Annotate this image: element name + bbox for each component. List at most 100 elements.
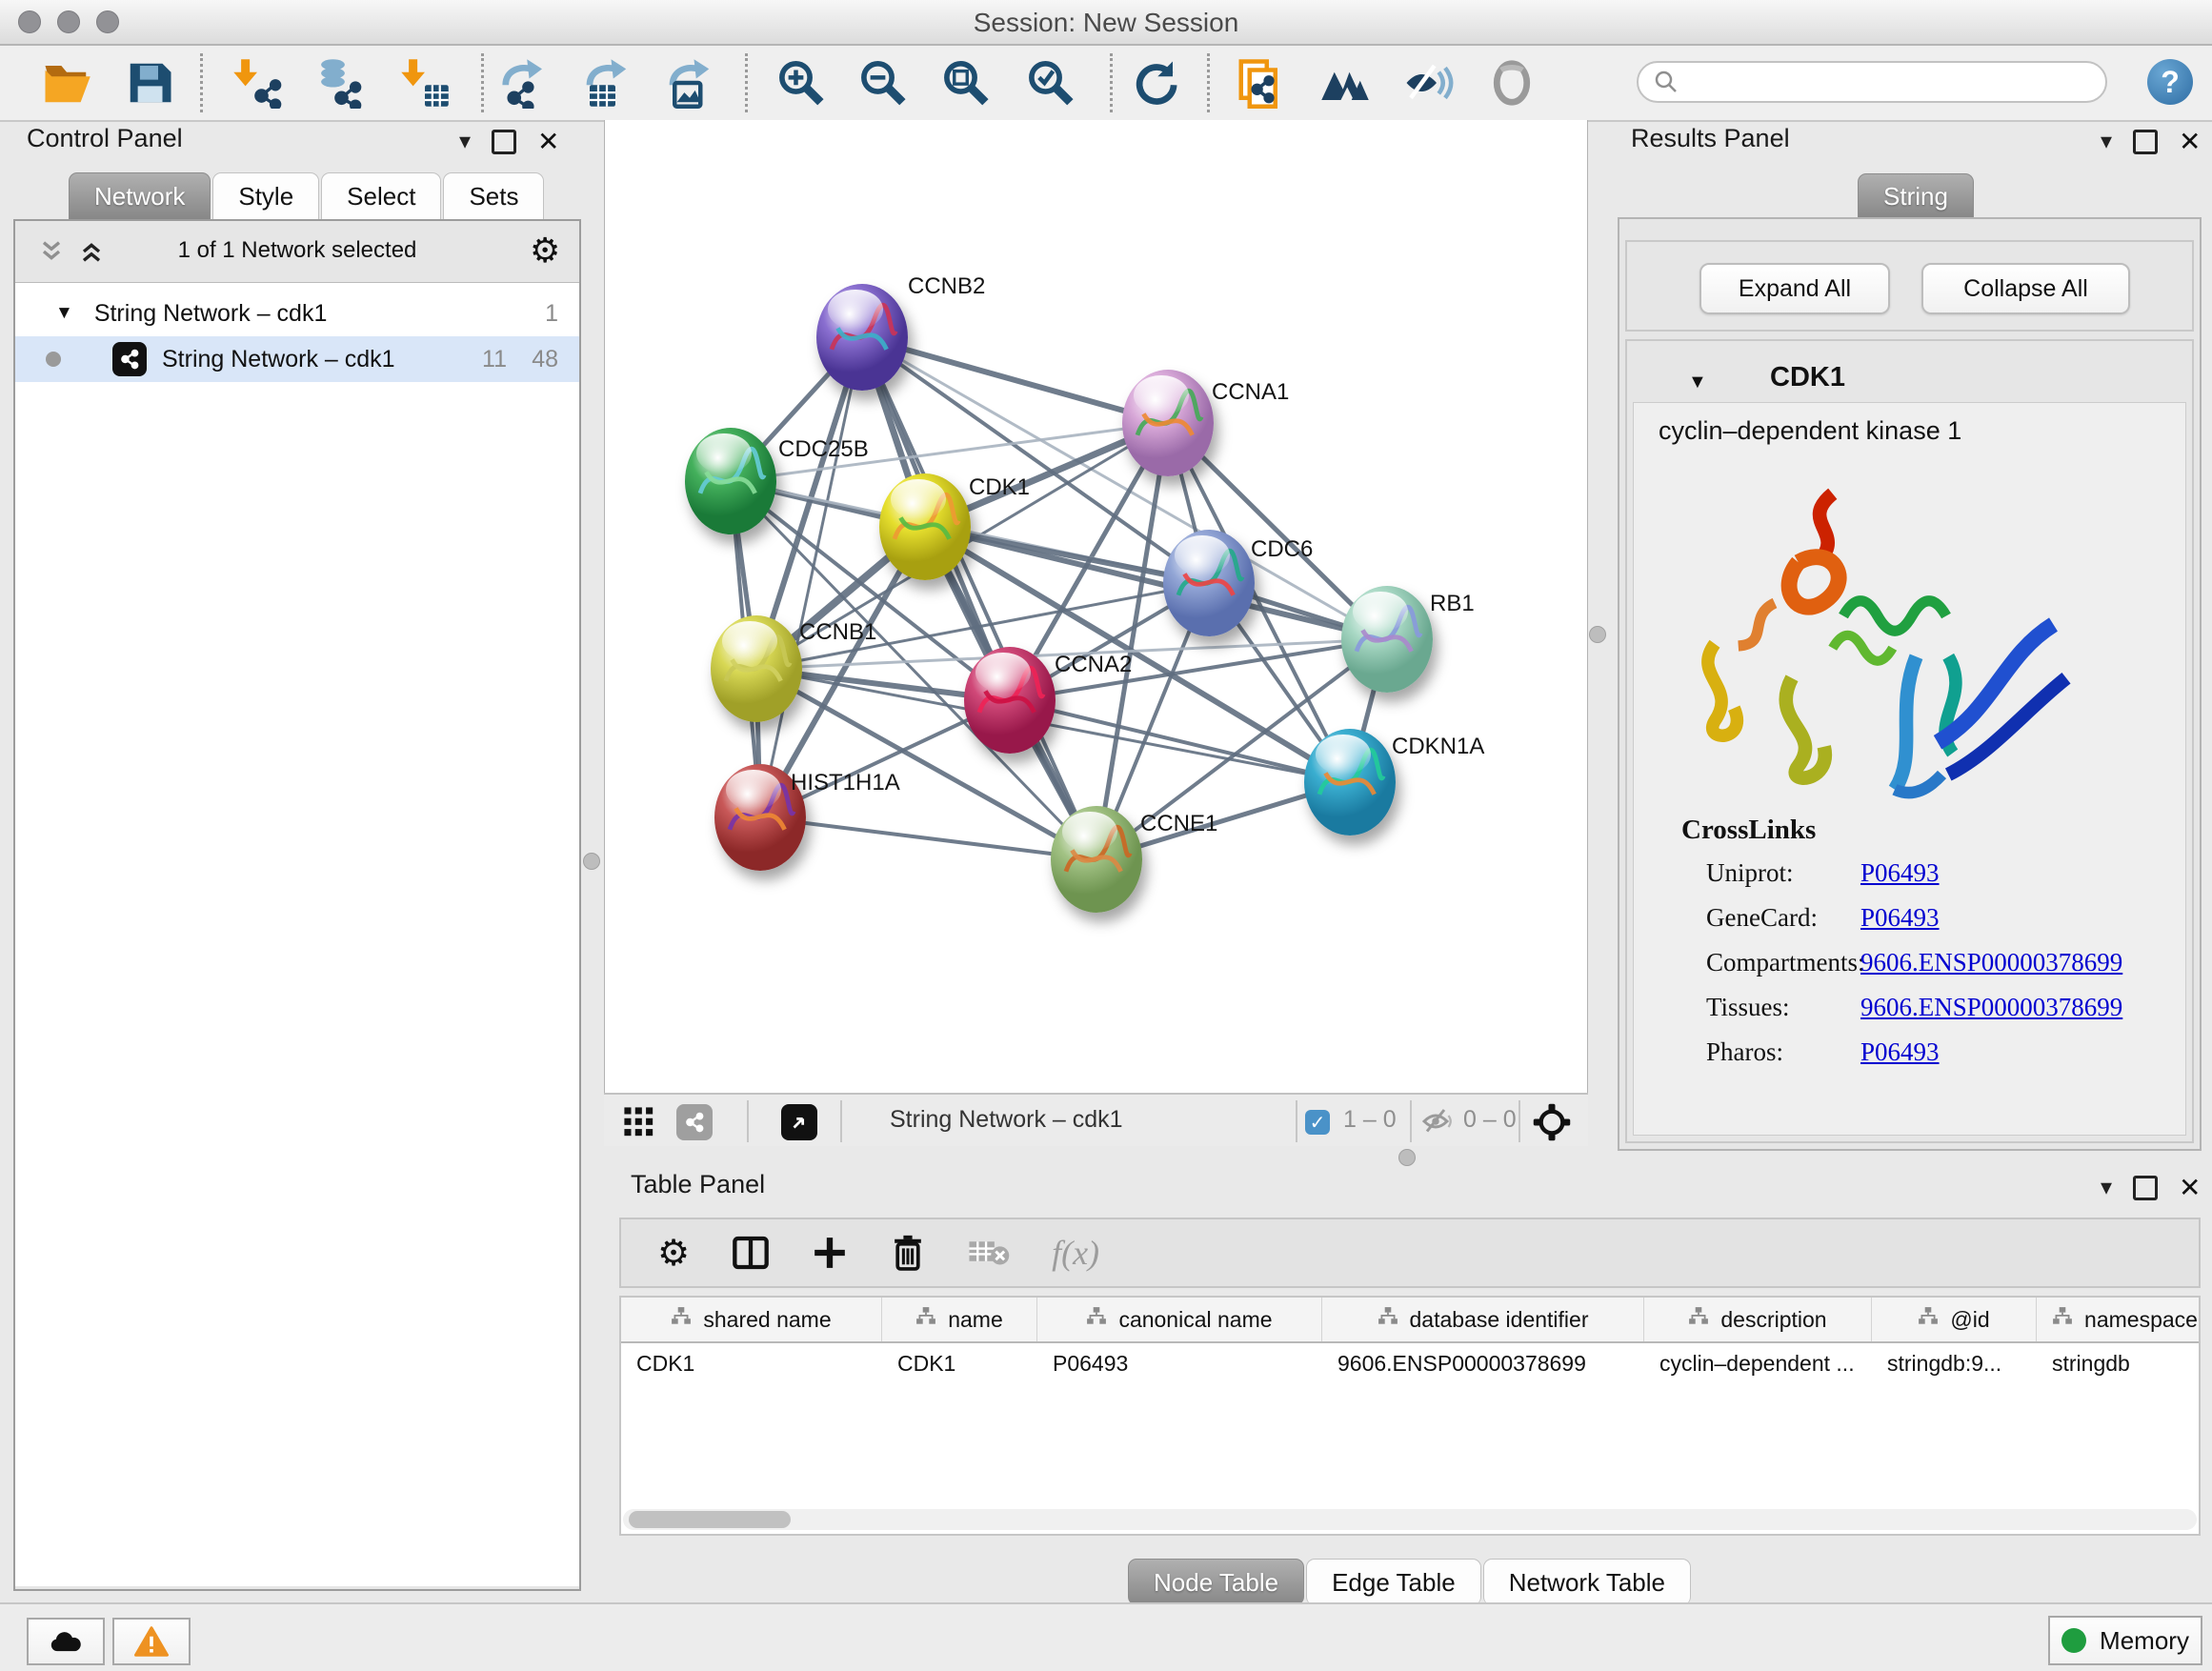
table-settings-gear-icon[interactable]: ⚙ — [657, 1232, 690, 1275]
section-expander-icon[interactable]: ▼ — [1688, 372, 1707, 393]
import-network-icon[interactable] — [230, 55, 285, 111]
hide-selected-icon[interactable] — [1400, 55, 1456, 111]
open-file-icon[interactable] — [39, 55, 94, 111]
graph-node-ccnb2[interactable] — [816, 284, 908, 391]
graph-node-cdkn1a[interactable] — [1304, 729, 1396, 836]
graph-node-cdc6[interactable] — [1163, 530, 1255, 636]
table-cell[interactable]: CDK1 — [621, 1351, 882, 1377]
collapse-panel-icon[interactable]: ▾ — [459, 128, 471, 155]
selected-nodes-checkbox[interactable]: ✓ — [1305, 1110, 1330, 1135]
crosslink-value[interactable]: P06493 — [1860, 903, 1940, 945]
results-panel-window-buttons: ▾ ✕ — [2101, 126, 2202, 157]
network-collection-row[interactable]: ▼ String Network – cdk1 1 — [15, 291, 579, 336]
float-panel-icon[interactable] — [2133, 1176, 2158, 1200]
column-header-database-identifier[interactable]: database identifier — [1322, 1298, 1644, 1341]
birdseye-toggle-icon[interactable] — [781, 1104, 817, 1140]
delete-column-icon[interactable] — [890, 1234, 926, 1272]
tab-network[interactable]: Network — [69, 172, 211, 219]
collapse-panel-icon[interactable]: ▾ — [2101, 1174, 2112, 1201]
cloud-status-button[interactable] — [27, 1618, 105, 1665]
scrollbar-thumb[interactable] — [629, 1511, 791, 1528]
graph-node-cdk1[interactable] — [879, 473, 971, 580]
collapse-all-button[interactable]: Collapse All — [1921, 263, 2130, 314]
horizontal-splitter-handle[interactable] — [1398, 1149, 1416, 1166]
clone-network-icon[interactable] — [1233, 55, 1288, 111]
column-header-name[interactable]: name — [882, 1298, 1037, 1341]
table-horizontal-scrollbar[interactable] — [623, 1509, 2197, 1530]
network-edge[interactable] — [760, 337, 862, 817]
zoom-in-icon[interactable] — [773, 55, 828, 111]
graph-node-ccnb1[interactable] — [711, 615, 802, 722]
graph-node-cdc25b[interactable] — [685, 428, 776, 534]
show-all-icon[interactable] — [1484, 55, 1539, 111]
column-header-namespace[interactable]: namespace — [2037, 1298, 2201, 1341]
graph-node-ccna1[interactable] — [1122, 370, 1214, 476]
collection-expander-icon[interactable]: ▼ — [55, 303, 73, 324]
export-network-icon[interactable] — [497, 55, 553, 111]
crosslink-value[interactable]: P06493 — [1860, 1037, 1940, 1079]
table-cell[interactable]: cyclin–dependent ... — [1644, 1351, 1872, 1377]
graph-node-label: CDKN1A — [1392, 734, 1484, 760]
tab-style[interactable]: Style — [212, 172, 319, 219]
network-row-selected[interactable]: String Network – cdk1 11 48 — [15, 336, 579, 382]
grid-view-icon[interactable] — [623, 1106, 655, 1138]
right-splitter-handle[interactable] — [1589, 626, 1606, 643]
add-column-icon[interactable] — [812, 1235, 848, 1271]
export-image-icon[interactable] — [662, 55, 717, 111]
crosslink-label: Uniprot: — [1706, 858, 1860, 900]
crosslink-value[interactable]: P06493 — [1860, 858, 1940, 900]
expand-all-button[interactable]: Expand All — [1699, 263, 1890, 314]
table-cell[interactable]: 9606.ENSP00000378699 — [1322, 1351, 1644, 1377]
zoom-out-icon[interactable] — [855, 55, 910, 111]
column-header-shared-name[interactable]: shared name — [621, 1298, 882, 1341]
warnings-button[interactable] — [112, 1618, 191, 1665]
table-cell[interactable]: stringdb — [2037, 1351, 2201, 1377]
graph-node-rb1[interactable] — [1341, 586, 1433, 693]
tab-select[interactable]: Select — [321, 172, 441, 219]
column-header-id[interactable]: @id — [1872, 1298, 2037, 1341]
collapse-panel-icon[interactable]: ▾ — [2101, 128, 2112, 155]
table-cell[interactable]: stringdb:9... — [1872, 1351, 2037, 1377]
export-table-icon[interactable] — [579, 55, 634, 111]
left-splitter-handle[interactable] — [583, 853, 600, 870]
hidden-elements-eye-slash-icon[interactable] — [1421, 1106, 1456, 1137]
memory-button[interactable]: Memory — [2048, 1616, 2202, 1665]
fit-content-crosshair-icon[interactable] — [1532, 1102, 1572, 1142]
column-sort-icon — [1086, 1306, 1107, 1333]
close-panel-icon[interactable]: ✕ — [2179, 126, 2201, 157]
show-columns-icon[interactable] — [732, 1234, 770, 1272]
float-panel-icon[interactable] — [2133, 130, 2158, 154]
import-network-database-icon[interactable] — [310, 55, 365, 111]
zoom-selected-icon[interactable] — [1022, 55, 1077, 111]
delete-table-icon[interactable] — [968, 1237, 1010, 1269]
crosslink-value[interactable]: 9606.ENSP00000378699 — [1860, 948, 2122, 990]
column-header-description[interactable]: description — [1644, 1298, 1872, 1341]
refresh-icon[interactable] — [1128, 55, 1183, 111]
network-canvas[interactable]: CCNB2CCNA1CDC25BCDK1CDC6RB1CCNB1CCNA2CDK… — [604, 120, 1588, 1093]
tab-sets[interactable]: Sets — [443, 172, 544, 219]
crosslink-value[interactable]: 9606.ENSP00000378699 — [1860, 993, 2122, 1035]
help-button[interactable]: ? — [2147, 59, 2193, 105]
tab-edge-table[interactable]: Edge Table — [1306, 1559, 1481, 1605]
float-panel-icon[interactable] — [492, 130, 516, 154]
first-neighbors-icon[interactable] — [1317, 55, 1373, 111]
tab-string[interactable]: String — [1858, 173, 1974, 218]
close-panel-icon[interactable]: ✕ — [537, 126, 559, 157]
zoom-fit-icon[interactable] — [937, 55, 993, 111]
search-input[interactable] — [1637, 61, 2107, 103]
network-edge[interactable] — [760, 817, 1096, 859]
table-cell[interactable]: P06493 — [1037, 1351, 1322, 1377]
save-session-icon[interactable] — [122, 55, 177, 111]
graph-node-ccna2[interactable] — [964, 647, 1056, 754]
column-header-canonical-name[interactable]: canonical name — [1037, 1298, 1322, 1341]
network-icon-badge[interactable] — [676, 1104, 713, 1140]
table-row[interactable]: CDK1CDK1P064939606.ENSP00000378699cyclin… — [621, 1343, 2199, 1383]
graph-node-ccne1[interactable] — [1051, 806, 1142, 913]
close-panel-icon[interactable]: ✕ — [2179, 1172, 2201, 1203]
tab-network-table[interactable]: Network Table — [1483, 1559, 1691, 1605]
import-table-icon[interactable] — [397, 55, 452, 111]
tab-node-table[interactable]: Node Table — [1128, 1559, 1304, 1605]
network-options-gear-icon[interactable]: ⚙ — [530, 231, 560, 271]
table-cell[interactable]: CDK1 — [882, 1351, 1037, 1377]
function-builder-icon[interactable]: f(x) — [1052, 1233, 1099, 1273]
